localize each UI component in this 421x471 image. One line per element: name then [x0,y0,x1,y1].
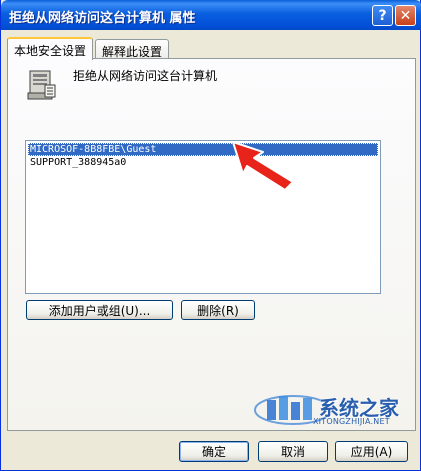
tab-explain[interactable]: 解释此设置 [95,39,170,60]
close-button[interactable]: ✕ [395,5,416,26]
red-arrow-icon [232,141,294,191]
ok-button[interactable]: 确定 [179,441,249,462]
window-title: 拒绝从网络访问这台计算机 属性 [9,11,196,26]
add-user-or-group-button[interactable]: 添加用户或组(U)... [26,300,173,320]
properties-dialog: 拒绝从网络访问这台计算机 属性 ? ✕ 本地安全设置 解释此设置 拒绝从网络访问… [0,0,421,471]
remove-button[interactable]: 删除(R) [181,300,255,320]
policy-computer-icon [27,70,56,100]
watermark-url: XITONGZHIJIA.NET [313,417,390,426]
policy-name: 拒绝从网络访问这台计算机 [73,69,218,83]
list-item[interactable]: SUPPORT_388945a0 [28,156,128,169]
title-bar[interactable]: 拒绝从网络访问这台计算机 属性 ? ✕ [1,0,421,30]
list-item[interactable]: MICROSOF-8B8FBE\Guest [28,143,378,156]
account-listbox[interactable]: MICROSOF-8B8FBE\Guest SUPPORT_388945a0 [25,140,381,294]
help-button[interactable]: ? [372,5,393,26]
tab-local-security-setting[interactable]: 本地安全设置 [7,37,94,60]
apply-button[interactable]: 应用(A) [335,441,408,462]
cancel-button[interactable]: 取消 [258,441,328,462]
